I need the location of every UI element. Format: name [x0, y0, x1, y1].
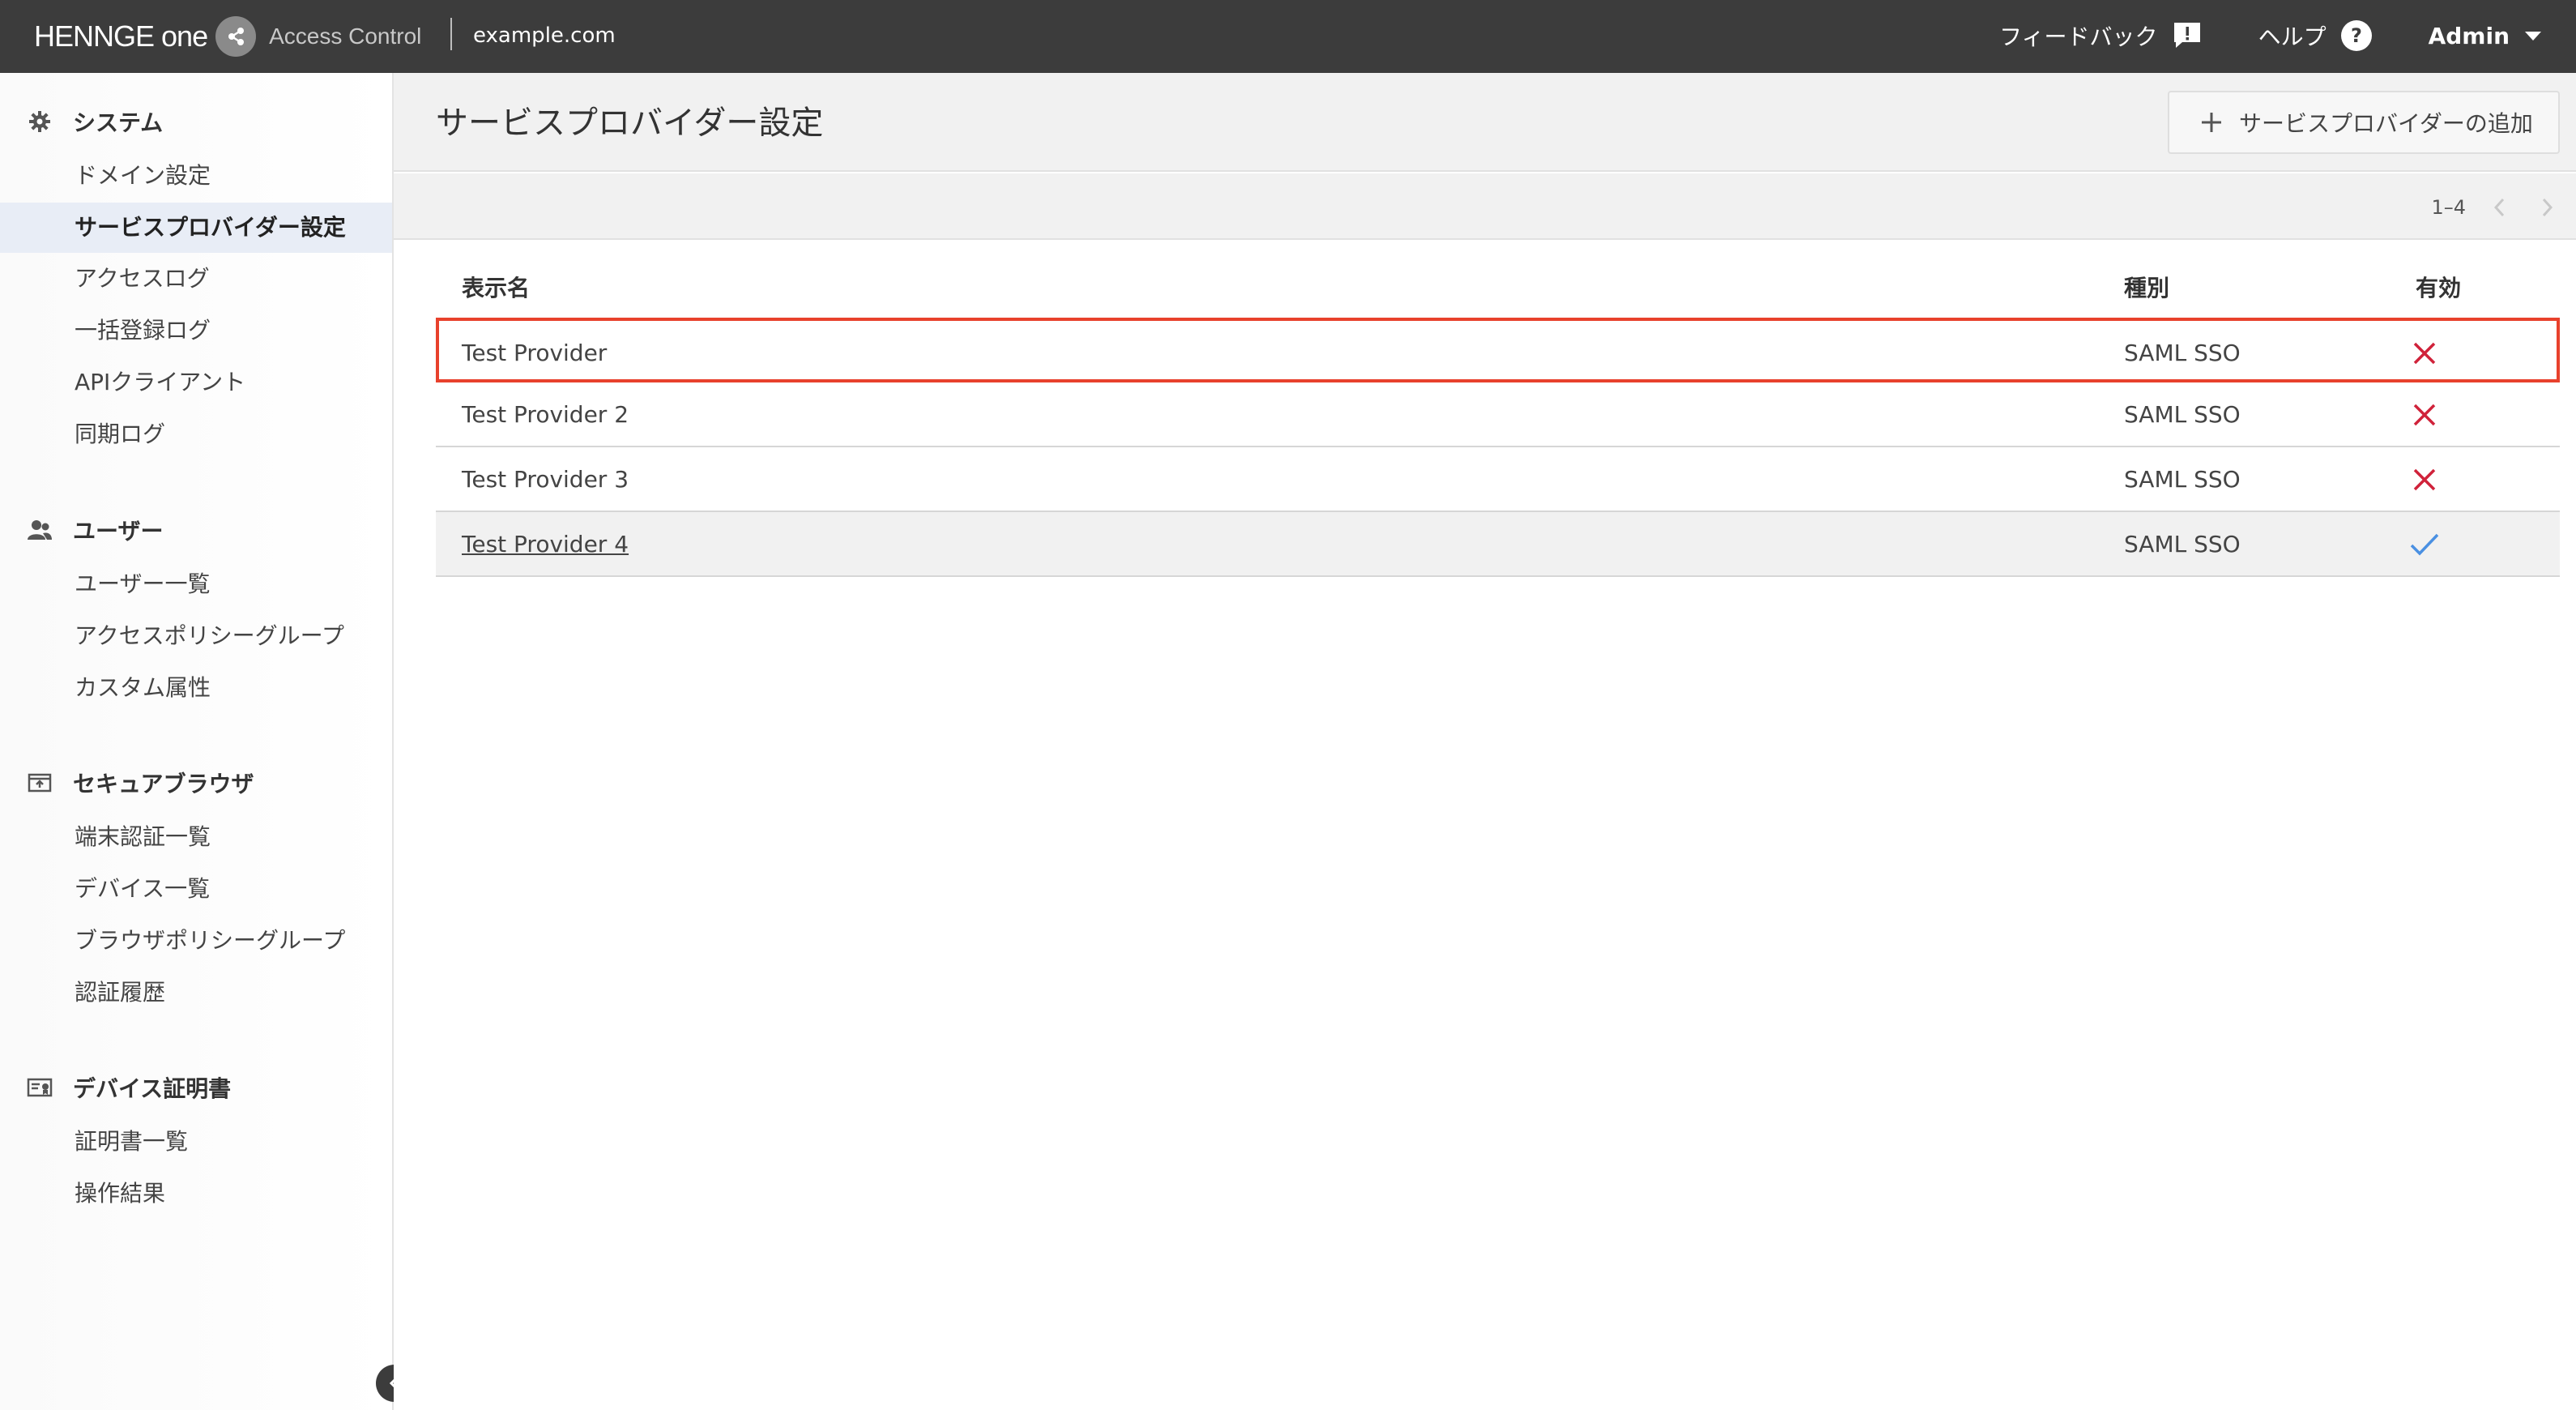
- nav-group-label: デバイス証明書: [73, 1075, 232, 1102]
- provider-type: SAML SSO: [2124, 401, 2241, 428]
- nav-group-label: ユーザー: [73, 518, 164, 545]
- help-label: ヘルプ: [2258, 24, 2327, 50]
- provider-name[interactable]: Test Provider 2: [462, 382, 629, 447]
- top-bar: HENNGE one Access Control example.com フィ…: [0, 0, 2576, 73]
- column-header-type[interactable]: 種別: [2124, 272, 2169, 305]
- sidebar-item-custom-attributes[interactable]: カスタム属性: [0, 663, 392, 713]
- gear-icon: [24, 106, 55, 137]
- pagination-bar: 1–4: [394, 173, 2576, 240]
- provider-type: SAML SSO: [2124, 531, 2241, 558]
- svg-text:?: ?: [2351, 24, 2362, 47]
- sidebar-item-service-provider-settings[interactable]: サービスプロバイダー設定: [0, 203, 392, 253]
- table-row[interactable]: Test Provider 2 SAML SSO: [436, 382, 2560, 447]
- product-name: Access Control: [269, 24, 422, 49]
- column-header-enabled[interactable]: 有効: [2416, 272, 2461, 305]
- feedback-label: フィードバック: [1999, 24, 2158, 50]
- provider-type: SAML SSO: [2124, 340, 2241, 366]
- sidebar-item-bulk-import-log[interactable]: 一括登録ログ: [0, 306, 392, 356]
- provider-name[interactable]: Test Provider 4: [462, 512, 629, 577]
- header-actions: フィードバック ヘルプ ? Admin: [1944, 0, 2544, 71]
- provider-name[interactable]: Test Provider: [462, 321, 607, 386]
- prev-page-button[interactable]: [2485, 191, 2514, 224]
- nav-group-secure-browser: セキュアブラウザ: [0, 767, 254, 799]
- sidebar: システム ドメイン設定 サービスプロバイダー設定 アクセスログ 一括登録ログ A…: [0, 73, 394, 1410]
- chevron-left-icon: [2493, 198, 2505, 217]
- main-content: サービスプロバイダー設定 サービスプロバイダーの追加 1–4 表示名 種別 有効…: [394, 73, 2576, 1410]
- plus-icon: [2200, 111, 2223, 134]
- sidebar-item-device-auth-list[interactable]: 端末認証一覧: [0, 812, 392, 862]
- brand-name: HENNGE one: [34, 19, 208, 53]
- disabled-x-icon: [2404, 321, 2445, 386]
- nav-group-device-certificates: デバイス証明書: [0, 1071, 231, 1104]
- provider-name[interactable]: Test Provider 3: [462, 447, 629, 512]
- feedback-icon: [2171, 19, 2203, 52]
- users-icon: [24, 515, 55, 545]
- brand-logo[interactable]: HENNGE one Access Control: [34, 15, 421, 58]
- sidebar-item-certificate-list[interactable]: 証明書一覧: [0, 1117, 392, 1167]
- sidebar-item-domain-settings[interactable]: ドメイン設定: [0, 151, 392, 201]
- disabled-x-icon: [2404, 382, 2445, 447]
- sidebar-item-operation-results[interactable]: 操作結果: [0, 1169, 392, 1219]
- certificate-icon: [24, 1072, 55, 1103]
- nav-group-users: ユーザー: [0, 514, 163, 546]
- table-row[interactable]: Test Provider 3 SAML SSO: [436, 447, 2560, 512]
- user-name: Admin: [2428, 22, 2510, 49]
- add-button-label: サービスプロバイダーの追加: [2239, 110, 2533, 137]
- chevron-right-icon: [2542, 198, 2553, 217]
- sidebar-item-auth-history[interactable]: 認証履歴: [0, 968, 392, 1018]
- sidebar-item-api-clients[interactable]: APIクライアント: [0, 357, 392, 408]
- column-header-display-name[interactable]: 表示名: [462, 272, 530, 305]
- table-row[interactable]: Test Provider 4 SAML SSO: [436, 512, 2560, 577]
- help-link[interactable]: ヘルプ ?: [2258, 19, 2373, 53]
- tenant-domain: example.com: [473, 24, 616, 48]
- sidebar-item-sync-log[interactable]: 同期ログ: [0, 409, 392, 459]
- user-menu[interactable]: Admin: [2429, 23, 2544, 49]
- sidebar-item-user-list[interactable]: ユーザー一覧: [0, 559, 392, 609]
- provider-type: SAML SSO: [2124, 466, 2241, 493]
- share-logo-icon: [215, 16, 257, 57]
- sidebar-item-device-list[interactable]: デバイス一覧: [0, 864, 392, 914]
- pagination-range: 1–4: [2431, 196, 2466, 219]
- header-divider: [450, 18, 452, 50]
- disabled-x-icon: [2404, 447, 2445, 512]
- sidebar-item-browser-policy-groups[interactable]: ブラウザポリシーグループ: [0, 916, 392, 966]
- sidebar-item-access-policy-groups[interactable]: アクセスポリシーグループ: [0, 611, 392, 661]
- nav-group-system: システム: [0, 105, 163, 138]
- page-header: サービスプロバイダー設定 サービスプロバイダーの追加: [394, 73, 2576, 172]
- enabled-check-icon: [2404, 512, 2445, 577]
- help-icon: ?: [2339, 19, 2373, 53]
- next-page-button[interactable]: [2532, 191, 2561, 224]
- feedback-link[interactable]: フィードバック: [1999, 19, 2203, 52]
- table-row[interactable]: Test Provider SAML SSO: [436, 318, 2560, 382]
- caret-down-icon: [2523, 28, 2544, 44]
- page-title: サービスプロバイダー設定: [436, 105, 824, 142]
- sidebar-item-access-log[interactable]: アクセスログ: [0, 254, 392, 304]
- nav-group-label: セキュアブラウザ: [73, 771, 254, 797]
- nav-group-label: システム: [73, 109, 164, 136]
- browser-icon: [24, 767, 55, 798]
- add-service-provider-button[interactable]: サービスプロバイダーの追加: [2168, 91, 2560, 154]
